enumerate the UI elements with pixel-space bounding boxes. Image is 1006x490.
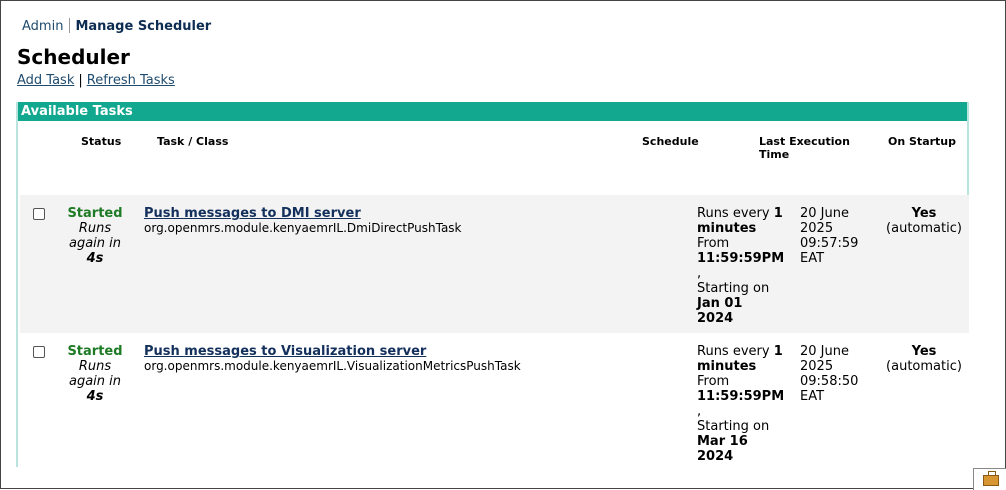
add-task-link[interactable]: Add Task <box>17 73 74 88</box>
last-exec-tz: EAT <box>800 389 825 404</box>
column-last-execution-line2: Time <box>759 148 790 161</box>
runs-again-line2: again in <box>68 374 122 389</box>
breadcrumb-separator <box>69 18 71 33</box>
status-badge: Started <box>67 344 123 359</box>
column-status: Status <box>81 135 122 148</box>
briefcase-icon-body <box>983 471 999 486</box>
task-actions: Add Task | Refresh Tasks <box>17 73 175 88</box>
schedule-start-date: Mar 16 <box>697 434 748 449</box>
schedule-from-label: From <box>697 374 730 389</box>
runs-again-line1: Runs <box>78 359 112 374</box>
breadcrumb-admin[interactable]: Admin <box>22 19 63 34</box>
breadcrumb-current: Manage Scheduler <box>75 19 212 34</box>
schedule-comma: , <box>697 404 702 419</box>
runs-again-line1: Runs <box>78 221 112 236</box>
schedule-comma: , <box>697 266 702 281</box>
task-info: Push messages to DMI server org.openmrs.… <box>144 206 684 236</box>
task-info: Push messages to Visualization server or… <box>144 344 684 374</box>
runs-again-seconds: 4s <box>86 389 104 404</box>
schedule-interval-value: 1 <box>773 344 783 359</box>
startup-value: Yes <box>911 344 937 359</box>
schedule-interval-unit: minutes <box>697 221 757 236</box>
runs-again-line2: again in <box>68 236 122 251</box>
startup-value: Yes <box>911 206 937 221</box>
briefcase-icon[interactable] <box>973 468 1006 490</box>
task-checkbox[interactable] <box>33 346 45 358</box>
breadcrumb: Admin Manage Scheduler <box>22 18 211 34</box>
startup-note: (automatic) <box>886 359 962 374</box>
schedule-from-time: 11:59:59PM <box>697 389 785 404</box>
schedule-runs-every: Runs every <box>697 344 770 359</box>
last-exec-date: 20 June <box>800 344 849 359</box>
page-title: Scheduler <box>17 45 130 69</box>
column-last-execution-line1: Last Execution <box>759 135 850 148</box>
task-last-execution: 20 June 2025 09:58:50 EAT <box>800 344 868 404</box>
status-badge: Started <box>67 206 123 221</box>
last-exec-date: 20 June <box>800 206 849 221</box>
column-last-execution: Last Execution Time <box>759 135 850 161</box>
task-on-startup: Yes (automatic) <box>882 206 966 236</box>
panel-title: Available Tasks <box>18 102 967 121</box>
schedule-interval-unit: minutes <box>697 359 757 374</box>
task-class: org.openmrs.module.kenyaemrIL.Visualizat… <box>144 359 521 373</box>
runs-again-seconds: 4s <box>86 251 104 266</box>
page-frame: Admin Manage Scheduler Scheduler Add Task… <box>0 0 1006 490</box>
column-task-class: Task / Class <box>157 135 229 148</box>
task-last-execution: 20 June 2025 09:57:59 EAT <box>800 206 868 266</box>
schedule-starting-label: Starting on <box>697 419 770 434</box>
task-name-link[interactable]: Push messages to DMI server <box>144 206 684 221</box>
refresh-tasks-link[interactable]: Refresh Tasks <box>87 73 175 88</box>
task-name-link[interactable]: Push messages to Visualization server <box>144 344 684 359</box>
task-on-startup: Yes (automatic) <box>882 344 966 374</box>
task-status: Started Runs again in 4s <box>60 206 130 266</box>
last-exec-year: 2025 <box>800 221 834 236</box>
column-schedule: Schedule <box>642 135 699 148</box>
task-checkbox[interactable] <box>33 208 45 220</box>
task-status: Started Runs again in 4s <box>60 344 130 404</box>
header-spacer <box>18 168 967 196</box>
schedule-from-label: From <box>697 236 730 251</box>
available-tasks-panel: Available Tasks Status Task / Class Sche… <box>16 102 969 467</box>
task-schedule: Runs every 1 minutes From 11:59:59PM , S… <box>697 344 792 464</box>
schedule-start-year: 2024 <box>697 311 734 326</box>
last-exec-tz: EAT <box>800 251 825 266</box>
schedule-starting-label: Starting on <box>697 281 770 296</box>
table-row: Started Runs again in 4s Push messages t… <box>20 333 969 467</box>
actions-separator: | <box>78 73 83 88</box>
schedule-start-year: 2024 <box>697 449 734 464</box>
schedule-interval-value: 1 <box>773 206 783 221</box>
schedule-runs-every: Runs every <box>697 206 770 221</box>
last-exec-time: 09:58:50 <box>800 374 859 389</box>
schedule-start-date: Jan 01 <box>697 296 743 311</box>
last-exec-year: 2025 <box>800 359 834 374</box>
startup-note: (automatic) <box>886 221 962 236</box>
last-exec-time: 09:57:59 <box>800 236 859 251</box>
schedule-from-time: 11:59:59PM <box>697 251 785 266</box>
table-row: Started Runs again in 4s Push messages t… <box>20 195 969 333</box>
task-class: org.openmrs.module.kenyaemrIL.DmiDirectP… <box>144 221 462 235</box>
column-on-startup: On Startup <box>888 135 957 148</box>
task-schedule: Runs every 1 minutes From 11:59:59PM , S… <box>697 206 792 326</box>
